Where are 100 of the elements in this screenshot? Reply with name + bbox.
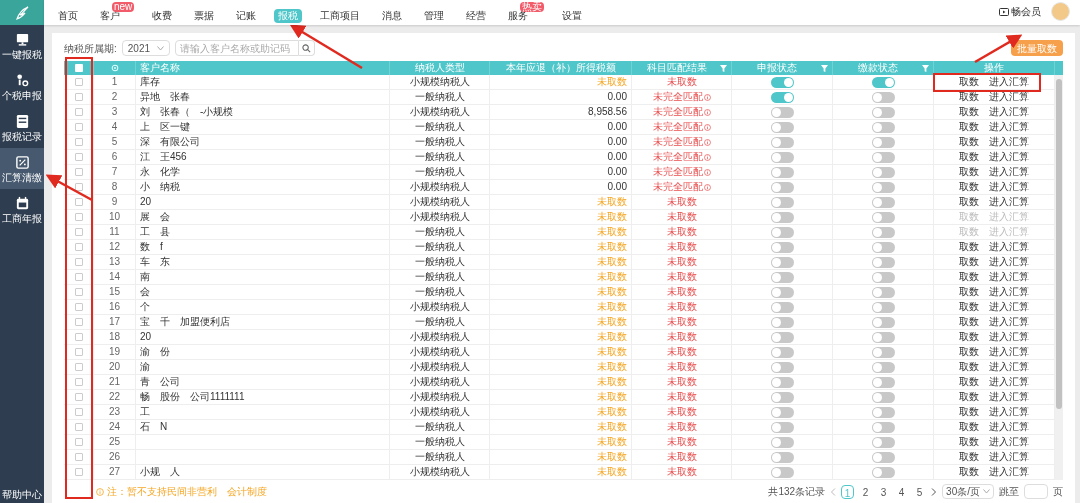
fetch-link[interactable]: 取数 xyxy=(959,420,979,434)
page-button[interactable]: 5 xyxy=(913,484,927,499)
toggle-switch[interactable] xyxy=(871,241,895,253)
fetch-link[interactable]: 取数 xyxy=(959,270,979,284)
fetch-link[interactable]: 取数 xyxy=(959,375,979,389)
member-link[interactable]: 畅会员 xyxy=(999,4,1041,19)
toggle-switch[interactable] xyxy=(770,121,794,133)
settle-link[interactable]: 进入汇算 xyxy=(989,465,1029,479)
toggle-switch[interactable] xyxy=(871,316,895,328)
row-checkbox[interactable] xyxy=(74,78,83,86)
nav-tab[interactable]: 消息 xyxy=(378,9,407,23)
scrollbar[interactable] xyxy=(1055,75,1063,480)
period-select[interactable]: 2021 xyxy=(121,40,170,56)
row-checkbox[interactable] xyxy=(74,108,83,116)
fetch-link[interactable]: 取数 xyxy=(959,150,979,164)
row-checkbox[interactable] xyxy=(74,348,83,356)
fetch-link[interactable]: 取数 xyxy=(959,180,979,194)
row-checkbox[interactable] xyxy=(74,453,83,461)
info-icon[interactable] xyxy=(703,168,711,176)
fetch-link[interactable]: 取数 xyxy=(959,315,979,329)
settle-link[interactable]: 进入汇算 xyxy=(989,390,1029,404)
toggle-switch[interactable] xyxy=(770,316,794,328)
toggle-switch[interactable] xyxy=(770,361,794,373)
fetch-link[interactable]: 取数 xyxy=(959,255,979,269)
toggle-switch[interactable] xyxy=(770,286,794,298)
row-checkbox[interactable] xyxy=(74,333,83,341)
row-checkbox[interactable] xyxy=(74,318,83,326)
settle-link[interactable]: 进入汇算 xyxy=(989,165,1029,179)
settle-link[interactable]: 进入汇算 xyxy=(989,195,1029,209)
info-icon[interactable] xyxy=(703,93,711,101)
filter-icon[interactable] xyxy=(720,64,727,72)
avatar[interactable] xyxy=(1051,2,1070,21)
nav-tab[interactable]: 记账 xyxy=(232,9,261,23)
fetch-link[interactable]: 取数 xyxy=(959,330,979,344)
toggle-switch[interactable] xyxy=(871,256,895,268)
toggle-switch[interactable] xyxy=(871,151,895,163)
toggle-switch[interactable] xyxy=(770,196,794,208)
sidebar-item[interactable]: 汇算清缴 xyxy=(0,148,44,189)
toggle-switch[interactable] xyxy=(871,166,895,178)
info-icon[interactable] xyxy=(703,153,711,161)
fetch-link[interactable]: 取数 xyxy=(959,120,979,134)
filter-icon[interactable] xyxy=(922,64,929,72)
toggle-switch[interactable] xyxy=(871,196,895,208)
toggle-switch[interactable] xyxy=(770,331,794,343)
toggle-switch[interactable] xyxy=(770,376,794,388)
toggle-switch[interactable] xyxy=(770,301,794,313)
toggle-switch[interactable] xyxy=(770,136,794,148)
toggle-switch[interactable] xyxy=(770,76,794,88)
settings-icon[interactable] xyxy=(110,64,119,72)
page-input[interactable] xyxy=(1024,484,1048,499)
row-checkbox[interactable] xyxy=(74,423,83,431)
row-checkbox[interactable] xyxy=(74,123,83,131)
toggle-switch[interactable] xyxy=(871,406,895,418)
nav-tab[interactable]: 客户 xyxy=(96,9,124,23)
settle-link[interactable]: 进入汇算 xyxy=(989,360,1029,374)
toggle-switch[interactable] xyxy=(770,406,794,418)
toggle-switch[interactable] xyxy=(871,346,895,358)
nav-tab[interactable]: 票据 xyxy=(190,9,219,23)
fetch-link[interactable]: 取数 xyxy=(959,405,979,419)
settle-link[interactable]: 进入汇算 xyxy=(989,90,1029,104)
toggle-switch[interactable] xyxy=(871,91,895,103)
page-size-select[interactable]: 30条/页 xyxy=(942,484,994,499)
toggle-switch[interactable] xyxy=(770,271,794,283)
settle-link[interactable]: 进入汇算 xyxy=(989,255,1029,269)
sidebar-item[interactable]: 工商年报 xyxy=(0,189,44,230)
row-checkbox[interactable] xyxy=(74,468,83,476)
row-checkbox[interactable] xyxy=(74,303,83,311)
info-icon[interactable] xyxy=(703,183,711,191)
toggle-switch[interactable] xyxy=(770,421,794,433)
toggle-switch[interactable] xyxy=(871,286,895,298)
nav-tab[interactable]: 管理 xyxy=(420,9,449,23)
row-checkbox[interactable] xyxy=(74,258,83,266)
sidebar-item[interactable]: 个税申报 xyxy=(0,66,44,107)
row-checkbox[interactable] xyxy=(74,438,83,446)
toggle-switch[interactable] xyxy=(770,241,794,253)
settle-link[interactable]: 进入汇算 xyxy=(989,75,1029,89)
toggle-switch[interactable] xyxy=(770,451,794,463)
settle-link[interactable]: 进入汇算 xyxy=(989,435,1029,449)
info-icon[interactable] xyxy=(703,123,711,131)
fetch-link[interactable]: 取数 xyxy=(959,465,979,479)
search-button[interactable] xyxy=(298,40,315,56)
row-checkbox[interactable] xyxy=(74,378,83,386)
nav-tab[interactable]: 设置 xyxy=(558,9,587,23)
fetch-link[interactable]: 取数 xyxy=(959,360,979,374)
toggle-switch[interactable] xyxy=(770,256,794,268)
info-icon[interactable] xyxy=(703,138,711,146)
settle-link[interactable]: 进入汇算 xyxy=(989,345,1029,359)
row-checkbox[interactable] xyxy=(74,138,83,146)
info-icon[interactable] xyxy=(703,108,711,116)
fetch-link[interactable]: 取数 xyxy=(959,450,979,464)
row-checkbox[interactable] xyxy=(74,168,83,176)
page-button[interactable]: 2 xyxy=(859,484,873,499)
toggle-switch[interactable] xyxy=(770,91,794,103)
next-page-icon[interactable] xyxy=(931,487,938,496)
toggle-switch[interactable] xyxy=(871,466,895,478)
row-checkbox[interactable] xyxy=(74,93,83,101)
toggle-switch[interactable] xyxy=(770,436,794,448)
header-checkbox[interactable] xyxy=(74,64,83,72)
settle-link[interactable]: 进入汇算 xyxy=(989,150,1029,164)
toggle-switch[interactable] xyxy=(871,121,895,133)
